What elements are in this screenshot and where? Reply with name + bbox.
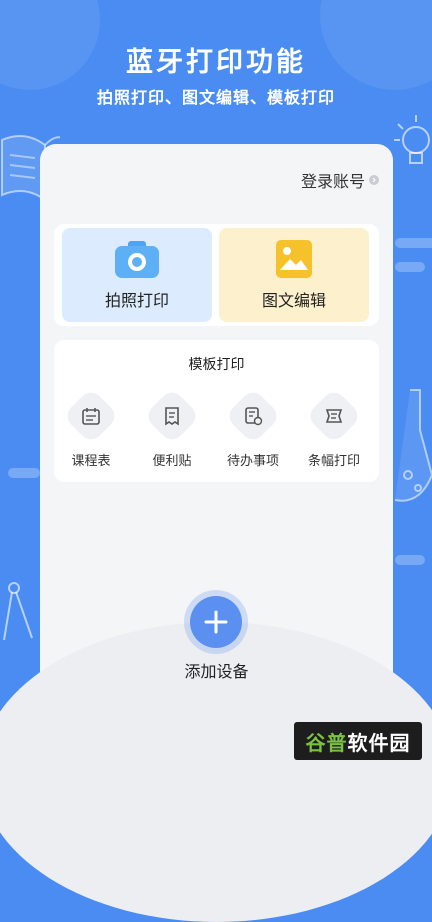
template-item-label: 待办事项 — [226, 454, 279, 469]
watermark-part2: 软件园 — [347, 730, 411, 755]
template-panel: 模板打印 课程表 便利贴 待办事项 条幅打印 — [54, 340, 379, 482]
photo-print-label: 拍照打印 — [104, 291, 169, 310]
bg-deco-line — [395, 262, 425, 272]
template-icon-bg — [143, 387, 201, 445]
image-icon — [276, 240, 312, 278]
page-subtitle: 拍照打印、图文编辑、模板打印 — [96, 88, 335, 107]
camera-icon — [115, 241, 159, 278]
sticky-note-icon — [165, 407, 179, 426]
add-device-button[interactable] — [190, 596, 242, 648]
lightbulb-illustration-icon — [394, 115, 430, 164]
login-link[interactable]: 登录账号 — [301, 168, 379, 192]
template-item-sticky-note[interactable]: 便利贴 — [137, 387, 207, 469]
template-item-label: 课程表 — [71, 454, 111, 469]
image-text-edit-label: 图文编辑 — [261, 291, 326, 310]
template-icon-bg — [305, 387, 363, 445]
template-icon-bg — [224, 387, 282, 445]
photo-print-button[interactable]: 拍照打印 — [62, 228, 212, 322]
template-item-label: 便利贴 — [152, 454, 192, 469]
chevron-right-icon — [369, 175, 379, 185]
bg-deco-line — [395, 238, 432, 248]
template-item-todo[interactable]: 待办事项 — [218, 387, 288, 469]
template-section-title: 模板打印 — [188, 357, 245, 373]
banner-icon — [325, 409, 343, 423]
add-device-label: 添加设备 — [184, 662, 249, 681]
bg-deco-line — [395, 555, 425, 565]
login-label: 登录账号 — [300, 172, 365, 191]
image-text-edit-button[interactable]: 图文编辑 — [219, 228, 369, 322]
bg-deco-line — [8, 468, 40, 478]
template-item-schedule[interactable]: 课程表 — [56, 387, 126, 469]
template-icon-bg — [62, 387, 120, 445]
template-item-banner[interactable]: 条幅打印 — [299, 387, 369, 469]
todo-list-icon — [245, 407, 263, 426]
compass-illustration-icon — [3, 582, 33, 641]
calendar-icon — [82, 408, 100, 425]
plus-icon — [204, 610, 228, 634]
main-card: 登录账号 拍照打印 图文编辑 模板打印 课程表 便利贴 待办事项 条幅打印 添加… — [0, 144, 432, 922]
page-title: 蓝牙打印功能 — [126, 47, 306, 78]
feature-panel: 拍照打印 图文编辑 — [54, 224, 379, 326]
watermark-part1: 谷普 — [305, 730, 348, 755]
template-item-label: 条幅打印 — [307, 454, 360, 469]
flask-illustration-icon — [394, 389, 432, 502]
watermark-logo: 谷普 软件园 — [294, 722, 422, 760]
